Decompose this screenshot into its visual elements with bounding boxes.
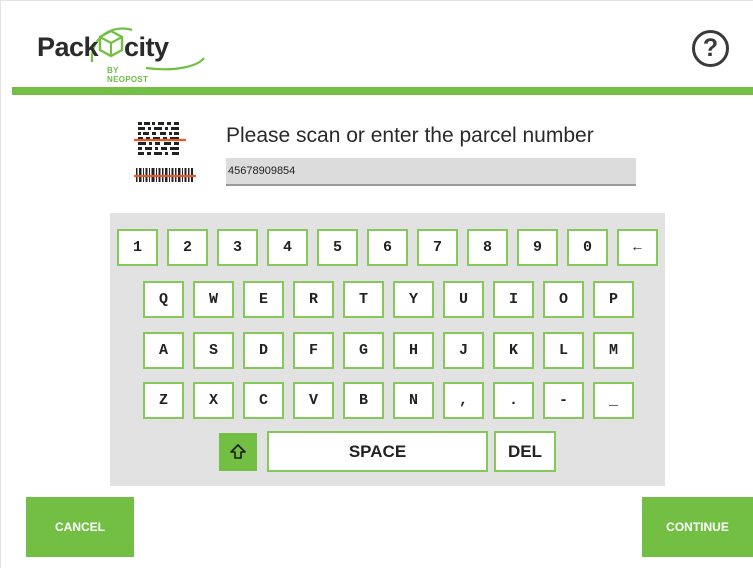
- key-v[interactable]: V: [293, 382, 334, 419]
- help-button[interactable]: ?: [692, 30, 729, 67]
- key-6[interactable]: 6: [367, 229, 408, 266]
- shift-key[interactable]: [219, 433, 257, 471]
- key-underscore[interactable]: _: [593, 382, 634, 419]
- key-t[interactable]: T: [343, 281, 384, 318]
- key-4[interactable]: 4: [267, 229, 308, 266]
- key-s[interactable]: S: [193, 332, 234, 369]
- key-2[interactable]: 2: [167, 229, 208, 266]
- key-5[interactable]: 5: [317, 229, 358, 266]
- key-a[interactable]: A: [143, 332, 184, 369]
- key-x[interactable]: X: [193, 382, 234, 419]
- key-z[interactable]: Z: [143, 382, 184, 419]
- barcode-scan-icon: [134, 122, 196, 182]
- key-e[interactable]: E: [243, 281, 284, 318]
- key-0[interactable]: 0: [567, 229, 608, 266]
- key-k[interactable]: K: [493, 332, 534, 369]
- key-comma[interactable]: ,: [443, 382, 484, 419]
- key-r[interactable]: R: [293, 281, 334, 318]
- key-b[interactable]: B: [343, 382, 384, 419]
- key-y[interactable]: Y: [393, 281, 434, 318]
- key-j[interactable]: J: [443, 332, 484, 369]
- question-mark-icon: ?: [702, 34, 719, 62]
- delete-key[interactable]: DEL: [494, 431, 556, 472]
- key-8[interactable]: 8: [467, 229, 508, 266]
- key-f[interactable]: F: [293, 332, 334, 369]
- shift-arrow-icon: [230, 444, 246, 459]
- key-d[interactable]: D: [243, 332, 284, 369]
- key-c[interactable]: C: [243, 382, 284, 419]
- key-hyphen[interactable]: -: [543, 382, 584, 419]
- key-3[interactable]: 3: [217, 229, 258, 266]
- key-n[interactable]: N: [393, 382, 434, 419]
- parcel-box-icon: [98, 29, 124, 58]
- top-border: [0, 0, 753, 1]
- continue-button[interactable]: CONTINUE: [642, 497, 753, 557]
- space-key[interactable]: SPACE: [267, 431, 488, 472]
- left-border: [0, 0, 1, 568]
- key-q[interactable]: Q: [143, 281, 184, 318]
- key-o[interactable]: O: [543, 281, 584, 318]
- key-w[interactable]: W: [193, 281, 234, 318]
- header-divider: [12, 87, 753, 95]
- parcel-number-input[interactable]: [226, 158, 636, 186]
- key-g[interactable]: G: [343, 332, 384, 369]
- key-m[interactable]: M: [593, 332, 634, 369]
- key-p[interactable]: P: [593, 281, 634, 318]
- key-1[interactable]: 1: [117, 229, 158, 266]
- key-h[interactable]: H: [393, 332, 434, 369]
- logo-subtitle: BY NEOPOST: [107, 66, 149, 84]
- on-screen-keyboard: 1 2 3 4 5 6 7 8 9 0 ← Q W E R T Y U I O …: [110, 213, 665, 486]
- logo-pack-text: Pack: [37, 32, 99, 62]
- key-i[interactable]: I: [493, 281, 534, 318]
- key-u[interactable]: U: [443, 281, 484, 318]
- scan-prompt: Please scan or enter the parcel number: [226, 124, 594, 147]
- key-period[interactable]: .: [493, 382, 534, 419]
- key-l[interactable]: L: [543, 332, 584, 369]
- key-7[interactable]: 7: [417, 229, 458, 266]
- backspace-key[interactable]: ←: [617, 229, 658, 266]
- logo-city-text: city: [124, 32, 169, 62]
- cancel-button[interactable]: CANCEL: [26, 497, 134, 557]
- key-9[interactable]: 9: [517, 229, 558, 266]
